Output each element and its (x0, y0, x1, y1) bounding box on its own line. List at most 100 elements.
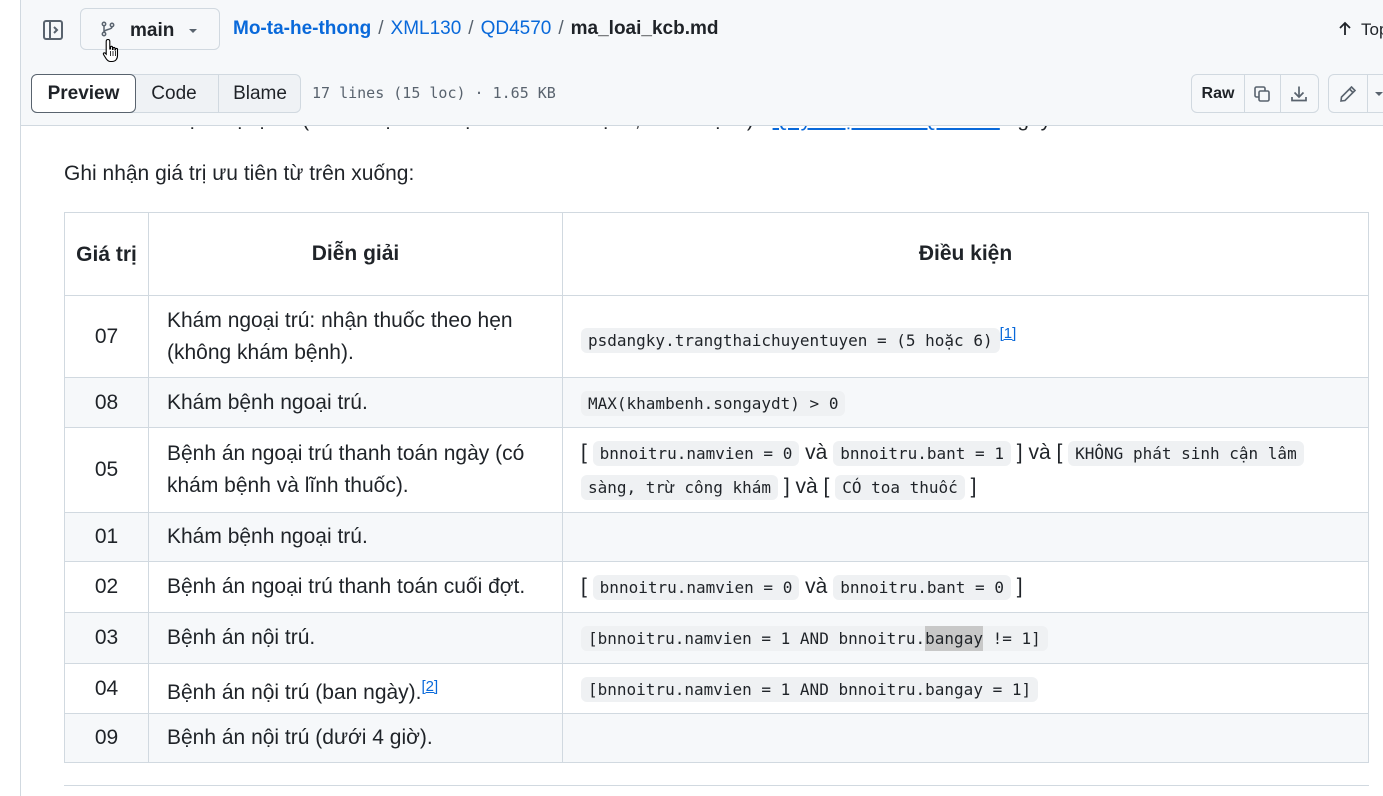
raw-button[interactable]: Raw (1192, 75, 1245, 112)
copy-raw-button[interactable] (1244, 75, 1281, 112)
chevron-down-icon (187, 24, 199, 36)
pencil-icon (1340, 85, 1357, 102)
cell-condition: [ bnnoitru.namvien = 0 và bnnoitru.bant … (562, 427, 1369, 513)
intro-paragraph: Ghi nhận giá trị ưu tiên từ trên xuống: (64, 162, 415, 185)
view-mode-segmented-control: Preview Code Blame (31, 74, 301, 113)
header-description: Diễn giải (148, 212, 563, 296)
condition-connector: [ (581, 575, 593, 598)
cell-condition (562, 713, 1369, 763)
code-text: bnnoitru.namvien = 0 (599, 578, 793, 597)
git-branch-icon (100, 21, 116, 37)
header-condition: Điều kiện (562, 212, 1369, 296)
breadcrumb-repo-link[interactable]: Mo-ta-he-thong (233, 18, 371, 39)
condition-code: [bnnoitru.namvien = 1 AND bnnoitru.banga… (581, 626, 1048, 651)
arrow-up-icon (1337, 21, 1353, 37)
file-actions-group: Raw (1191, 74, 1319, 113)
file-header-bar: main Mo-ta-he-thong / XML130 / QD4570 / ma_loa… (21, 0, 1383, 64)
tab-preview[interactable]: Preview (31, 74, 136, 113)
table-row: 03 Bệnh án nội trú. [bnnoitru.namvien = 1 … (64, 612, 1369, 664)
cell-value: 02 (64, 561, 149, 613)
file-size-info: 17 lines (15 loc) · 1.65 KB (312, 84, 556, 102)
description-text: Bệnh án nội trú. (167, 626, 316, 649)
cell-value: 04 (64, 663, 149, 714)
table-row: 08 Khám bệnh ngoại trú. MAX(khambenh.songa… (64, 377, 1369, 428)
cell-condition: [ bnnoitru.namvien = 0 và bnnoitru.bant … (562, 561, 1369, 613)
condition-connector: ] (964, 475, 977, 498)
cell-value: 05 (64, 427, 149, 513)
code-text: psdangky.trangthaichuyentuyen = (5 hoặc … (588, 331, 993, 350)
table-row: 01 Khám bệnh ngoại trú. (64, 512, 1369, 562)
description-text: Bệnh án ngoại trú thanh toán ngày (có kh… (167, 442, 525, 497)
condition-connector: ] và [ (1010, 441, 1069, 464)
code-text: [bnnoitru.namvien = 1 AND bnnoitru.banga… (588, 679, 1032, 699)
description-text: Bệnh án ngoại trú thanh toán cuối đợt. (167, 575, 526, 598)
condition-connector: và (799, 575, 834, 598)
condition-connector: ] (1010, 575, 1023, 598)
cell-condition: [bnnoitru.namvien = 1 AND bnnoitru.banga… (562, 663, 1369, 714)
cell-description: Khám ngoại trú: nhận thuốc theo hẹn (khô… (148, 295, 563, 378)
footnote-ref-link[interactable]: [1] (1000, 325, 1017, 342)
breadcrumb-separator: / (558, 18, 564, 39)
breadcrumb-folder-qd4570[interactable]: QD4570 (481, 18, 552, 39)
table-row: 09 Bệnh án nội trú (dưới 4 giờ). (64, 713, 1369, 763)
header-value: Giá trị (64, 212, 149, 296)
cell-value: 01 (64, 512, 149, 562)
description-text: Bệnh án nội trú (ban ngày). (167, 680, 422, 704)
condition-code: psdangky.trangthaichuyentuyen = (5 hoặc … (581, 328, 1000, 353)
cell-description: Bệnh án ngoại trú thanh toán ngày (có kh… (148, 427, 563, 513)
condition-code: [bnnoitru.namvien = 1 AND bnnoitru.banga… (581, 676, 1039, 702)
cell-description: Bệnh án nội trú (dưới 4 giờ). (148, 713, 563, 763)
cell-description: Khám bệnh ngoại trú. (148, 377, 563, 428)
table-row: 07 Khám ngoại trú: nhận thuốc theo hẹn (k… (64, 295, 1369, 378)
condition-code: bnnoitru.bant = 1 (833, 441, 1011, 466)
footnote-ref-link[interactable]: [2] (422, 678, 439, 695)
cell-condition: psdangky.trangthaichuyentuyen = (5 hoặc … (562, 295, 1369, 378)
code-text: bnnoitru.namvien = 0 (599, 444, 793, 463)
code-text: bnnoitru.bant = 0 (840, 578, 1004, 597)
table-row: 04 Bệnh án nội trú (ban ngày).[2] [bnnoitr… (64, 663, 1369, 714)
branch-selector-button[interactable]: main (80, 8, 220, 50)
condition-code: bnnoitru.bant = 0 (833, 575, 1011, 600)
edit-actions-group (1328, 74, 1383, 113)
tab-code[interactable]: Code (135, 75, 213, 112)
cell-value: 09 (64, 713, 149, 763)
condition-connector: ] và [ (778, 475, 836, 498)
visit-type-table: Giá trị Diễn giải Điều kiện 07 Khám ngoại… (64, 212, 1369, 763)
copy-icon (1254, 85, 1270, 102)
description-text: Khám ngoại trú: nhận thuốc theo hẹn (khô… (167, 308, 513, 364)
cell-description: Bệnh án nội trú (ban ngày).[2] (148, 663, 563, 714)
tab-blame[interactable]: Blame (218, 75, 301, 112)
cell-description: Bệnh án ngoại trú thanh toán cuối đợt. (148, 561, 563, 613)
edit-file-button[interactable] (1329, 75, 1368, 112)
description-text: Bệnh án nội trú (dưới 4 giờ). (167, 726, 433, 749)
condition-code: bnnoitru.namvien = 0 (592, 441, 800, 466)
page-left-border (20, 0, 21, 796)
description-text: Khám bệnh ngoại trú. (167, 390, 368, 414)
branch-name: main (130, 20, 175, 41)
cell-description: Bệnh án nội trú. (148, 612, 563, 664)
breadcrumb-file-name: ma_loai_kcb.md (570, 18, 719, 39)
code-text: MAX(khambenh.songaydt) > 0 (588, 393, 839, 413)
cell-value: 03 (64, 612, 149, 664)
breadcrumb: Mo-ta-he-thong / XML130 / QD4570 / ma_loai_kcb… (233, 18, 718, 40)
cell-value: 07 (64, 295, 149, 378)
cell-condition: MAX(khambenh.songaydt) > 0 (562, 377, 1369, 428)
back-to-top-link[interactable]: Top (1337, 20, 1383, 40)
hand-pointer-cursor-icon (102, 38, 119, 63)
chevron-down-icon (1375, 91, 1383, 96)
table-row: 02 Bệnh án ngoại trú thanh toán cuối đợt.… (64, 561, 1369, 613)
cell-condition: [bnnoitru.namvien = 1 AND bnnoitru.banga… (562, 612, 1369, 664)
code-text: bnnoitru.bant = 1 (840, 444, 1004, 463)
code-text: CÓ toa thuốc (842, 478, 958, 497)
highlighted-selection: bangay (925, 626, 983, 651)
file-toolbar: Preview Code Blame 17 lines (15 loc) · 1… (21, 63, 1383, 126)
download-button[interactable] (1280, 75, 1318, 112)
cell-description: Khám bệnh ngoại trú. (148, 512, 563, 562)
sidebar-toggle-icon[interactable] (41, 18, 65, 42)
breadcrumb-folder-xml130[interactable]: XML130 (391, 18, 462, 39)
cell-value: 08 (64, 377, 149, 428)
breadcrumb-separator: / (468, 18, 474, 39)
section-divider (64, 785, 1369, 786)
condition-code: CÓ toa thuốc (835, 475, 965, 500)
more-edit-options-button[interactable] (1367, 75, 1383, 112)
